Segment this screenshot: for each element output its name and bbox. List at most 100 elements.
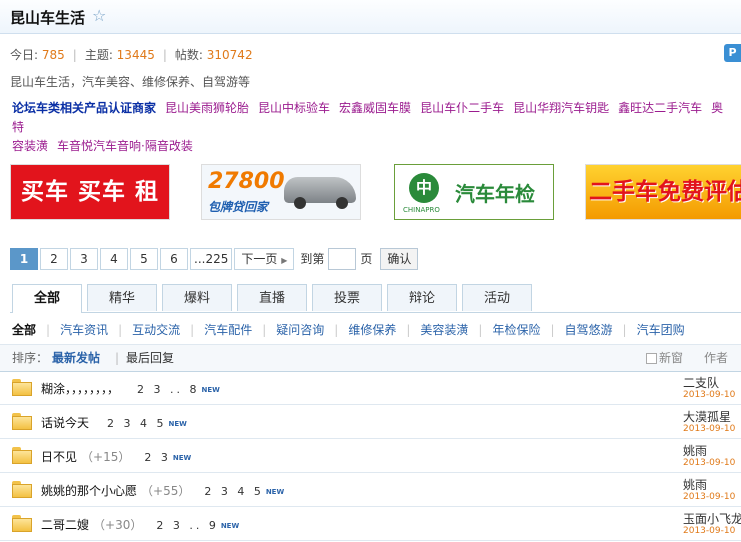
filter-item[interactable]: 汽车配件 (204, 323, 252, 337)
thread-title[interactable]: 日不见 (41, 450, 77, 464)
thread-date: 2013-09-10 (683, 526, 736, 536)
table-row: 话说今天 2 3 4 5 NEW 大漠孤星 2013-09-10 (0, 405, 741, 439)
posts-label: 帖数: (174, 48, 207, 62)
page-link[interactable]: 3 (70, 248, 98, 270)
filter-item[interactable]: 美容装潢 (420, 323, 468, 337)
thread-author[interactable]: 二支队 (683, 374, 719, 391)
banner-buy-rent[interactable]: 买车 买车 租车 (10, 164, 170, 220)
tab-debate[interactable]: 辩论 (387, 284, 457, 311)
banner-text: 汽车年检 (455, 182, 535, 206)
next-page-label: 下一页 (241, 252, 278, 266)
banner-brand: CHINAPRO (403, 206, 440, 214)
vendor-link[interactable]: 鑫旺达二手汽车 (618, 101, 702, 115)
thread-pages[interactable]: 2 3 .. 8 (137, 383, 199, 396)
tab-all[interactable]: 全部 (12, 284, 82, 313)
thread-author[interactable]: 玉面小飞龙 (683, 510, 741, 527)
page-number-input[interactable] (328, 248, 357, 270)
banner-used-car-appraisal[interactable]: 二手车免费评估 (585, 164, 741, 220)
tab-digest[interactable]: 精华 (87, 284, 157, 311)
page-link-last[interactable]: ...225 (190, 248, 233, 270)
filter-item[interactable]: 年检保险 (492, 323, 540, 337)
thread-author[interactable]: 姚雨 (683, 442, 707, 459)
thread-title[interactable]: 糊涂，，，，，，，， (41, 382, 119, 396)
filter-item[interactable]: 汽车团购 (637, 323, 685, 337)
sort-last-reply[interactable]: 最后回复 (126, 345, 174, 371)
sort-separator: | (115, 351, 120, 365)
thread-list: 糊涂，，，，，，，， 2 3 .. 8 NEW 二支队 2013-09-10 话说今… (0, 371, 741, 541)
category-filters: 全部 | 汽车资讯 | 互动交流 | 汽车配件 | 疑问咨询 | 维修保养 | 美容装潢 | 年检保险 | 自驾… (12, 321, 707, 338)
sort-label: 排序： (12, 351, 49, 365)
filter-separator: | (262, 323, 267, 337)
new-icon: NEW (220, 521, 240, 530)
filter-all[interactable]: 全部 (12, 323, 36, 337)
thread-pages[interactable]: 2 3 .. 9 (156, 519, 218, 532)
filter-item[interactable]: 汽车资讯 (60, 323, 108, 337)
table-row: 日不见 （+15） 2 3 NEW 姚雨 2013-09-10 (0, 439, 741, 473)
thread-title[interactable]: 二哥二嫂 (41, 518, 89, 532)
filter-item[interactable]: 疑问咨询 (276, 323, 324, 337)
goto-label: 到第 (300, 252, 325, 266)
thread-author[interactable]: 大漠孤星 (683, 408, 731, 425)
vendor-links: 论坛车类相关产品认证商家 昆山美雨狮轮胎 昆山中标验车 宏鑫威固车膜 昆山车仆二手车 昆山… (12, 99, 741, 156)
vendor-link[interactable]: 宏鑫威固车膜 (339, 101, 411, 115)
thread-pages[interactable]: 2 3 (144, 451, 171, 464)
today-count: 785 (41, 48, 65, 62)
confirm-button[interactable]: 确认 (380, 248, 419, 270)
banner-car-loan[interactable]: 27800 包牌贷回家 (201, 164, 361, 220)
vendor-link[interactable]: 车音悦汽车音响·隔音改装 (57, 139, 193, 153)
tab-event[interactable]: 活动 (462, 284, 532, 311)
page-link[interactable]: 5 (130, 248, 158, 270)
thread-count: （+55） (141, 484, 191, 498)
folder-icon (12, 413, 32, 430)
thread-date: 2013-09-10 (683, 492, 736, 502)
thread-title[interactable]: 姚姚的那个小心愿 (41, 484, 137, 498)
filter-item[interactable]: 互动交流 (132, 323, 180, 337)
vendor-link[interactable]: 昆山华翔汽车钥匙 (513, 101, 609, 115)
filter-item[interactable]: 维修保养 (348, 323, 396, 337)
page-link[interactable]: 4 (100, 248, 128, 270)
tab-live[interactable]: 直播 (237, 284, 307, 311)
stats-separator: | (72, 48, 77, 62)
share-icon[interactable]: P (724, 44, 741, 62)
sort-bar: 排序： 最新发帖 | 最后回复 新窗 作者 (0, 344, 741, 372)
filter-separator: | (334, 323, 339, 337)
new-icon: NEW (172, 453, 192, 462)
vendor-link[interactable]: 容装潢 (12, 139, 48, 153)
sort-newest[interactable]: 最新发帖 (52, 345, 100, 371)
banner-inspection[interactable]: 中 CHINAPRO 汽车年检 (394, 164, 554, 220)
new-window-checkbox[interactable] (646, 353, 657, 364)
filter-separator: | (478, 323, 483, 337)
thread-author[interactable]: 姚雨 (683, 476, 707, 493)
filter-separator: | (406, 323, 411, 337)
star-icon[interactable]: ☆ (92, 6, 106, 25)
forum-stats: 今日: 785 | 主题: 13445 | 帖数: 310742 (10, 46, 253, 63)
banner-price: 27800 (208, 169, 285, 194)
stats-separator: | (162, 48, 167, 62)
vendor-link[interactable]: 昆山车仆二手车 (420, 101, 504, 115)
thread-pages[interactable]: 2 3 4 5 (204, 485, 263, 498)
page-link-current[interactable]: 1 (10, 248, 38, 270)
thread-count: （+15） (81, 450, 131, 464)
page-link[interactable]: 2 (40, 248, 68, 270)
vendor-link[interactable]: 昆山美雨狮轮胎 (165, 101, 249, 115)
new-icon: NEW (201, 385, 220, 394)
forum-title[interactable]: 昆山车生活 (10, 7, 85, 28)
thread-title[interactable]: 话说今天 (41, 416, 89, 430)
forum-description: 昆山车生活，汽车美容、维修保养、自驾游等 (10, 75, 251, 89)
vendor-link[interactable]: 昆山中标验车 (258, 101, 330, 115)
tab-scoop[interactable]: 爆料 (162, 284, 232, 311)
vendor-heading[interactable]: 论坛车类相关产品认证商家 (12, 101, 156, 115)
thread-tabs: 全部 精华 爆料 直播 投票 辩论 活动 (10, 284, 741, 313)
tab-poll[interactable]: 投票 (312, 284, 382, 311)
page-unit-label: 页 (360, 252, 373, 266)
filter-item[interactable]: 自驾悠游 (565, 323, 613, 337)
page-link[interactable]: 6 (160, 248, 188, 270)
new-window-label: 新窗 (659, 351, 684, 365)
today-label: 今日: (10, 48, 42, 62)
banner-sub: 包牌贷回家 (208, 200, 269, 214)
next-page-button[interactable]: 下一页 ▶ (234, 248, 295, 270)
thread-pages[interactable]: 2 3 4 5 (107, 417, 166, 430)
table-row: 糊涂，，，，，，，， 2 3 .. 8 NEW 二支队 2013-09-10 (0, 371, 741, 405)
table-row: 二哥二嫂 （+30） 2 3 .. 9 NEW 玉面小飞龙 2013-09-10 (0, 507, 741, 541)
chinapro-logo: 中 (409, 173, 439, 203)
